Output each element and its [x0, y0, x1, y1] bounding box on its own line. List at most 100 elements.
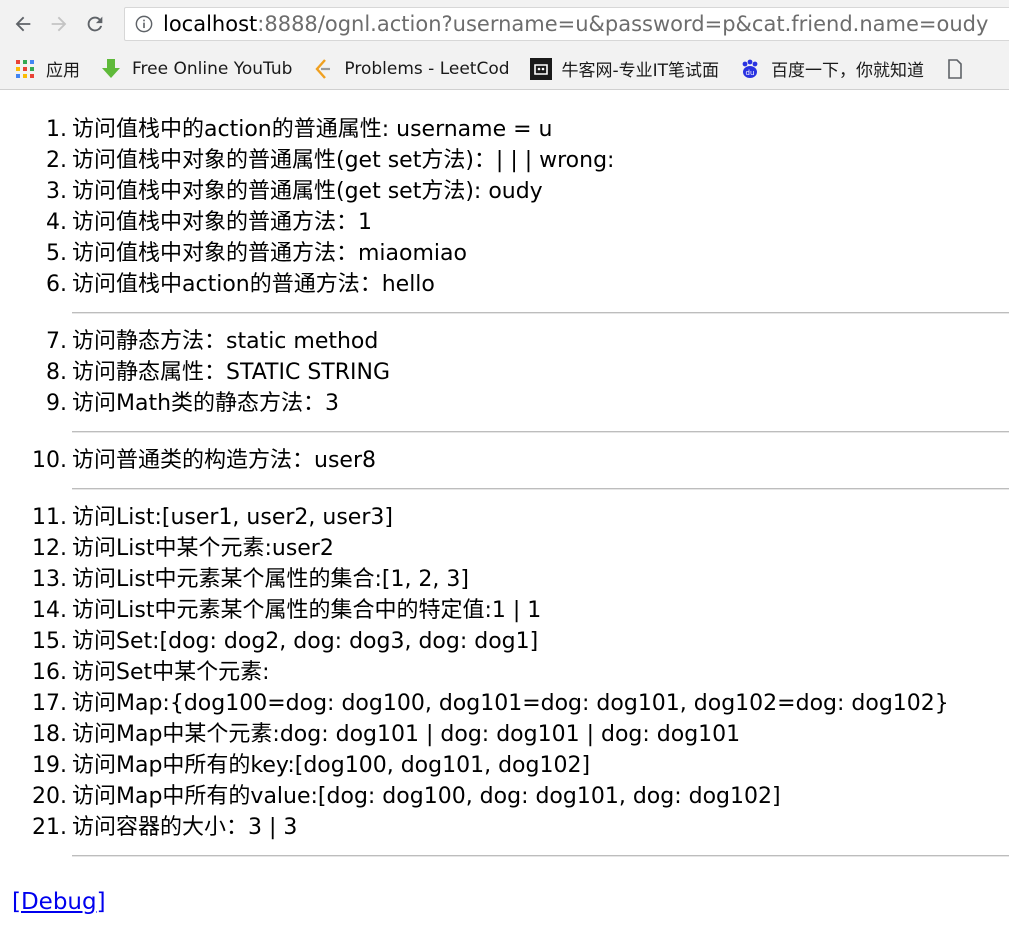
- item-number: 12.: [32, 536, 67, 561]
- item-number: 15.: [32, 629, 67, 654]
- forward-button[interactable]: [44, 9, 74, 39]
- list-item: 6. 访问值栈中action的普通方法：hello: [46, 269, 1009, 300]
- divider: [72, 488, 1009, 490]
- item-number: 11.: [32, 505, 67, 530]
- ognl-list-group-1: 1. 访问值栈中的action的普通属性: username = u 2. 访问值栈…: [46, 114, 1009, 300]
- document-icon: [944, 58, 966, 80]
- divider: [72, 312, 1009, 314]
- item-number: 20.: [32, 784, 67, 809]
- item-text: 访问List:[user1, user2, user3]: [72, 505, 393, 530]
- apps-grid-icon: [14, 58, 36, 80]
- ognl-list-group-3: 10. 访问普通类的构造方法：user8: [32, 445, 1009, 476]
- info-icon[interactable]: [135, 15, 153, 33]
- download-arrow-icon: [100, 58, 122, 80]
- list-item: 18. 访问Map中某个元素:dog: dog101 | dog: dog101 …: [32, 719, 1009, 750]
- bookmark-leetcode[interactable]: Problems - LeetCod: [312, 58, 510, 80]
- bookmark-label: Free Online YouTub: [132, 58, 293, 79]
- list-item: 2. 访问值栈中对象的普通属性(get set方法)：| | | wrong:: [46, 145, 1009, 176]
- list-item: 14. 访问List中元素某个属性的集合中的特定值:1 | 1: [32, 595, 1009, 626]
- back-arrow-icon: [15, 16, 31, 32]
- bookmark-label: Problems - LeetCod: [344, 58, 510, 79]
- item-number: 18.: [32, 722, 67, 747]
- divider: [72, 855, 1009, 857]
- item-text: 访问List中某个元素:user2: [72, 536, 334, 561]
- item-number: 14.: [32, 598, 67, 623]
- page-content: 1. 访问值栈中的action的普通属性: username = u 2. 访问值栈…: [0, 90, 1009, 857]
- list-item: 12. 访问List中某个元素:user2: [32, 533, 1009, 564]
- item-number: 10.: [32, 448, 67, 473]
- ognl-list-group-4: 11. 访问List:[user1, user2, user3] 12. 访问Lis…: [32, 502, 1009, 843]
- bookmarks-bar: 应用 Free Online YouTub Problems - LeetCod…: [0, 48, 1009, 90]
- list-item: 7. 访问静态方法：static method: [46, 326, 1009, 357]
- ognl-list-group-2: 7. 访问静态方法：static method 8. 访问静态属性：STATIC S…: [46, 326, 1009, 419]
- item-text: 访问静态属性：STATIC STRING: [72, 360, 391, 385]
- item-text: 访问Map:{dog100=dog: dog100, dog101=dog: d…: [72, 691, 949, 716]
- item-number: 6.: [46, 272, 67, 297]
- debug-link[interactable]: [Debug]: [12, 889, 106, 915]
- browser-toolbar: localhost:8888/ognl.action?username=u&pa…: [0, 0, 1009, 48]
- address-bar[interactable]: localhost:8888/ognl.action?username=u&pa…: [124, 7, 1009, 41]
- divider: [72, 431, 1009, 433]
- baidu-paw-icon: du: [739, 58, 761, 80]
- list-item: 5. 访问值栈中对象的普通方法：miaomiao: [46, 238, 1009, 269]
- item-text: 访问普通类的构造方法：user8: [72, 448, 376, 473]
- bookmark-baidu[interactable]: du 百度一下，你就知道: [739, 56, 924, 81]
- nowcoder-icon: [529, 57, 552, 80]
- item-number: 17.: [32, 691, 67, 716]
- item-number: 9.: [46, 391, 67, 416]
- item-number: 2.: [46, 148, 67, 173]
- list-item: 10. 访问普通类的构造方法：user8: [32, 445, 1009, 476]
- url-text: localhost:8888/ognl.action?username=u&pa…: [163, 12, 988, 36]
- item-number: 21.: [32, 815, 67, 840]
- list-item: 1. 访问值栈中的action的普通属性: username = u: [46, 114, 1009, 145]
- item-number: 16.: [32, 660, 67, 685]
- bookmark-youtube-downloader[interactable]: Free Online YouTub: [100, 58, 292, 80]
- item-text: 访问值栈中的action的普通属性: username = u: [72, 117, 553, 142]
- back-button[interactable]: [8, 9, 38, 39]
- forward-arrow-icon: [51, 16, 67, 32]
- bookmark-label: 应用: [46, 61, 80, 81]
- item-text: 访问值栈中对象的普通属性(get set方法)：| | | wrong:: [72, 148, 615, 173]
- list-item: 17. 访问Map:{dog100=dog: dog100, dog101=dog…: [32, 688, 1009, 719]
- item-text: 访问Map中某个元素:dog: dog101 | dog: dog101 | d…: [72, 722, 741, 747]
- list-item: 3. 访问值栈中对象的普通属性(get set方法): oudy: [46, 176, 1009, 207]
- item-text: 访问List中元素某个属性的集合中的特定值:1 | 1: [72, 598, 542, 623]
- bookmark-overflow[interactable]: [944, 58, 976, 80]
- item-number: 13.: [32, 567, 67, 592]
- reload-icon: [87, 16, 103, 32]
- list-item: 13. 访问List中元素某个属性的集合:[1, 2, 3]: [32, 564, 1009, 595]
- item-text: 访问值栈中对象的普通属性(get set方法): oudy: [72, 179, 543, 204]
- item-text: 访问Set中某个元素:: [72, 660, 270, 685]
- item-text: 访问Map中所有的key:[dog100, dog101, dog102]: [72, 753, 591, 778]
- bookmark-apps[interactable]: 应用: [14, 56, 80, 81]
- list-item: 9. 访问Math类的静态方法：3: [46, 388, 1009, 419]
- item-text: 访问值栈中action的普通方法：hello: [72, 272, 435, 297]
- url-host: localhost: [163, 12, 258, 36]
- reload-button[interactable]: [80, 9, 110, 39]
- url-path: :8888/ognl.action?username=u&password=p&…: [257, 12, 989, 36]
- list-item: 16. 访问Set中某个元素:: [32, 657, 1009, 688]
- list-item: 15. 访问Set:[dog: dog2, dog: dog3, dog: dog…: [32, 626, 1009, 657]
- item-text: 访问Map中所有的value:[dog: dog100, dog: dog101…: [72, 784, 781, 809]
- item-number: 3.: [46, 179, 67, 204]
- list-item: 11. 访问List:[user1, user2, user3]: [32, 502, 1009, 533]
- bookmark-label: 百度一下，你就知道: [771, 61, 925, 81]
- item-text: 访问值栈中对象的普通方法：1: [72, 210, 372, 235]
- item-text: 访问List中元素某个属性的集合:[1, 2, 3]: [72, 567, 469, 592]
- list-item: 4. 访问值栈中对象的普通方法：1: [46, 207, 1009, 238]
- bookmark-nowcoder[interactable]: 牛客网-专业IT笔试面: [529, 56, 720, 81]
- item-number: 1.: [46, 117, 67, 142]
- item-text: 访问静态方法：static method: [72, 329, 379, 354]
- item-number: 8.: [46, 360, 67, 385]
- list-item: 20. 访问Map中所有的value:[dog: dog100, dog: dog…: [32, 781, 1009, 812]
- item-number: 19.: [32, 753, 67, 778]
- item-number: 5.: [46, 241, 67, 266]
- list-item: 8. 访问静态属性：STATIC STRING: [46, 357, 1009, 388]
- leetcode-icon: [312, 58, 334, 80]
- bookmark-label: 牛客网-专业IT笔试面: [561, 61, 720, 81]
- item-text: 访问Set:[dog: dog2, dog: dog3, dog: dog1]: [72, 629, 539, 654]
- list-item: 19. 访问Map中所有的key:[dog100, dog101, dog102]: [32, 750, 1009, 781]
- svg-text:du: du: [746, 69, 755, 77]
- item-number: 7.: [46, 329, 67, 354]
- item-text: 访问Math类的静态方法：3: [72, 391, 340, 416]
